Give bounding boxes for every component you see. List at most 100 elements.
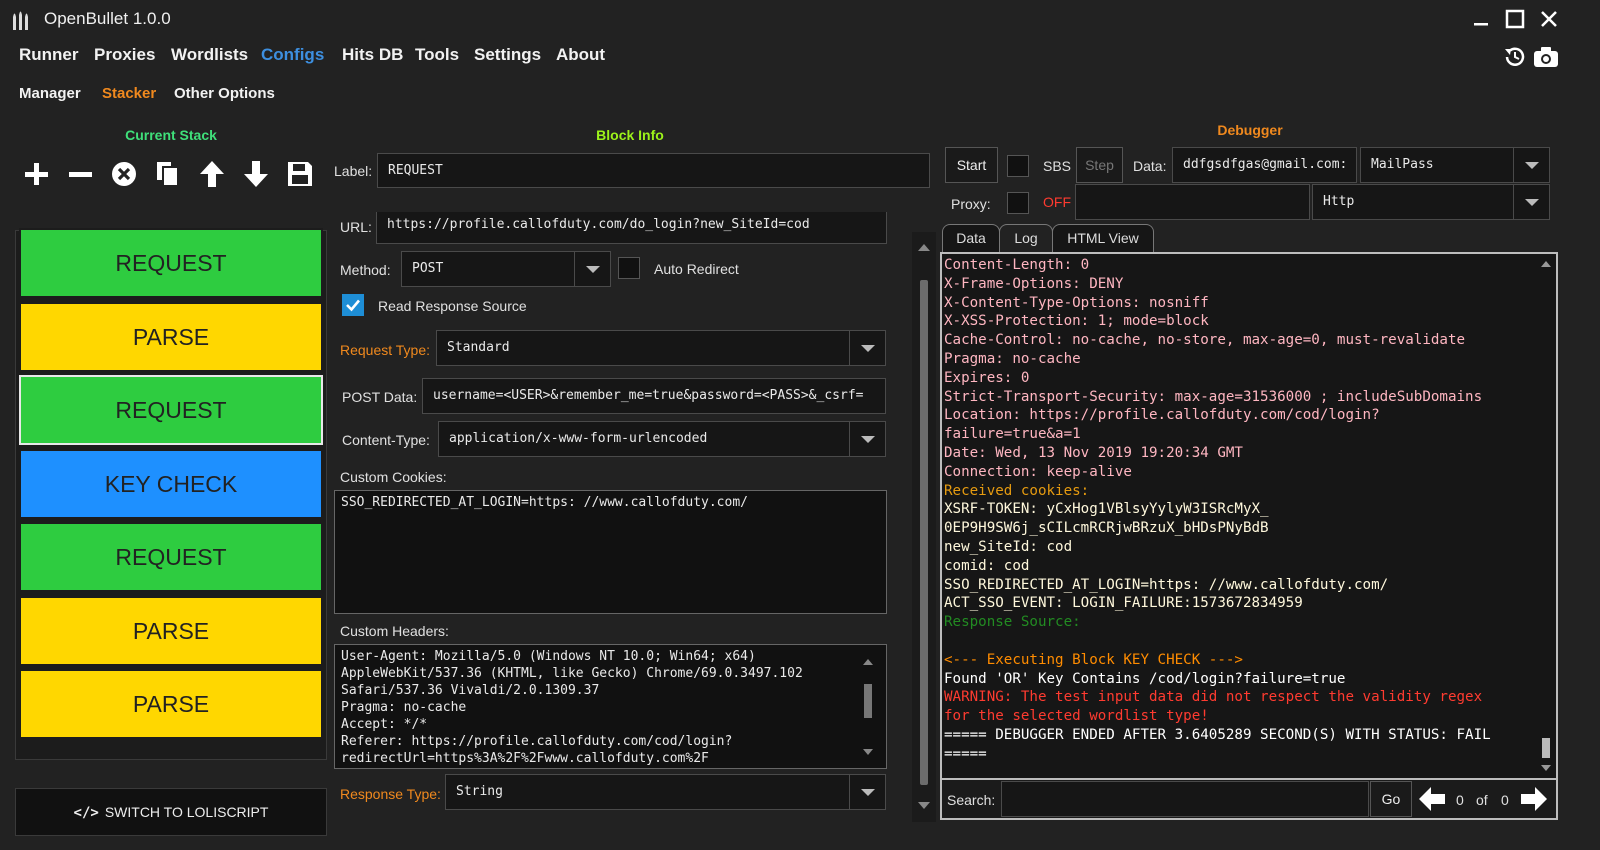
custom-headers-textarea[interactable]: User-Agent: Mozilla/5.0 (Windows NT 10.0…: [334, 644, 887, 769]
custom-cookies-textarea[interactable]: SSO_REDIRECTED_AT_LOGIN=https: //www.cal…: [334, 490, 887, 614]
move-up-icon[interactable]: [196, 158, 228, 190]
log-line: Found 'OR' Key Contains /cod/login?failu…: [944, 670, 1346, 687]
stack-block[interactable]: REQUEST: [19, 522, 323, 592]
step-button[interactable]: Step: [1076, 147, 1123, 183]
custom-headers-caption: Custom Headers:: [340, 623, 449, 639]
add-block-icon[interactable]: [20, 158, 52, 190]
close-icon[interactable]: [1536, 6, 1562, 32]
stack-block[interactable]: PARSE: [19, 301, 323, 372]
log-line: =====: [944, 745, 987, 762]
chevron-down-icon: [1513, 148, 1549, 182]
menu-tools[interactable]: Tools: [415, 45, 459, 65]
log-line: 0EP9H9SW6j_sCILcmRCRjwBRzuX_bHDsPNyBdB: [944, 520, 1269, 537]
request-type-dropdown[interactable]: Standard: [436, 330, 886, 366]
log-line: X-Frame-Options: DENY: [944, 275, 1124, 292]
content-type-dropdown[interactable]: application/x-www-form-urlencoded: [438, 421, 886, 457]
bullets-logo-icon: [10, 8, 32, 32]
save-icon[interactable]: [284, 158, 316, 190]
read-response-checkbox[interactable]: [342, 294, 364, 316]
wordlist-type-value: MailPass: [1371, 157, 1434, 172]
method-caption: Method:: [340, 262, 391, 278]
menu-configs[interactable]: Configs: [261, 45, 324, 65]
method-value: POST: [412, 261, 444, 276]
log-line: failure=true&a=1: [944, 426, 1081, 443]
remove-block-icon[interactable]: [64, 158, 96, 190]
method-dropdown[interactable]: POST: [401, 251, 611, 287]
menu-proxies[interactable]: Proxies: [94, 45, 155, 65]
start-button[interactable]: Start: [945, 147, 998, 183]
proxy-state-label: OFF: [1043, 194, 1071, 210]
log-line: Response Source:: [944, 614, 1081, 631]
tab-data[interactable]: Data: [942, 224, 1000, 253]
log-line: Date: Wed, 13 Nov 2019 19:20:34 GMT: [944, 444, 1243, 461]
response-type-value: String: [456, 784, 503, 799]
proxy-checkbox[interactable]: [1007, 192, 1029, 214]
menu-settings[interactable]: Settings: [474, 45, 541, 65]
headers-scrollbar[interactable]: [860, 652, 876, 762]
auto-redirect-label: Auto Redirect: [654, 261, 739, 277]
minimize-icon[interactable]: [1468, 6, 1494, 32]
wordlist-type-dropdown[interactable]: MailPass: [1360, 147, 1550, 183]
go-button[interactable]: Go: [1370, 781, 1412, 817]
proxy-input[interactable]: [1075, 184, 1310, 220]
url-caption: URL:: [340, 219, 372, 235]
log-line: Content-Length: 0: [944, 257, 1090, 273]
proxy-type-dropdown[interactable]: Http: [1312, 184, 1550, 220]
data-input[interactable]: ddfgsdfgas@gmail.com:: [1172, 147, 1357, 183]
history-icon[interactable]: [1502, 44, 1528, 70]
response-type-dropdown[interactable]: String: [445, 774, 886, 810]
log-line: WARNING: The test input data did not res…: [944, 689, 1483, 706]
maximize-icon[interactable]: [1502, 6, 1528, 32]
block-info-title: Block Info: [596, 127, 664, 143]
label-input[interactable]: REQUEST: [377, 153, 930, 188]
tab-html-view[interactable]: HTML View: [1052, 224, 1154, 253]
submenu-manager[interactable]: Manager: [19, 85, 81, 102]
menu-hits-db[interactable]: Hits DB: [342, 45, 403, 65]
url-input[interactable]: https://profile.callofduty.com/do_login?…: [376, 212, 887, 244]
tab-log[interactable]: Log: [999, 224, 1053, 253]
log-line: ===== DEBUGGER ENDED AFTER 3.6405289 SEC…: [944, 726, 1491, 743]
log-line: Cache-Control: no-cache, no-store, max-a…: [944, 332, 1466, 349]
search-input[interactable]: [1001, 781, 1369, 817]
clone-block-icon[interactable]: [152, 158, 184, 190]
log-line: SSO_REDIRECTED_AT_LOGIN=https: //www.cal…: [944, 576, 1389, 593]
checkmark-icon: [346, 299, 360, 312]
stack-block[interactable]: PARSE: [19, 669, 323, 739]
move-down-icon[interactable]: [240, 158, 272, 190]
menu-about[interactable]: About: [556, 45, 605, 65]
request-type-value: Standard: [447, 340, 510, 355]
stack-block[interactable]: PARSE: [19, 595, 323, 666]
sbs-checkbox[interactable]: [1007, 155, 1029, 177]
next-match-icon[interactable]: [1519, 785, 1549, 813]
custom-cookies-caption: Custom Cookies:: [340, 469, 447, 485]
debugger-log[interactable]: Content-Length: 0 X-Frame-Options: DENY X-…: [940, 252, 1558, 780]
block-stack: REQUEST PARSE REQUEST KEY CHECK REQUEST PARSE…: [15, 228, 327, 760]
submenu-other-options[interactable]: Other Options: [174, 85, 275, 102]
post-data-input[interactable]: username=<USER>&remember_me=true&passwor…: [422, 378, 886, 414]
request-type-caption: Request Type:: [340, 342, 431, 358]
log-line: ACT_SSO_EVENT: LOGIN_FAILURE:15736728349…: [944, 595, 1303, 612]
menu-wordlists[interactable]: Wordlists: [171, 45, 248, 65]
current-stack-title: Current Stack: [125, 127, 217, 143]
clear-blocks-icon[interactable]: [108, 158, 140, 190]
match-of: of: [1476, 792, 1488, 808]
log-line: X-Content-Type-Options: nosniff: [944, 294, 1209, 311]
stack-block[interactable]: REQUEST: [19, 375, 323, 445]
stack-block[interactable]: REQUEST: [19, 228, 323, 298]
log-line: Location: https://profile.callofduty.com…: [944, 407, 1380, 424]
auto-redirect-checkbox[interactable]: [618, 257, 640, 279]
content-type-value: application/x-www-form-urlencoded: [449, 431, 708, 446]
title-bar: OpenBullet 1.0.0: [0, 0, 1600, 38]
stack-block[interactable]: KEY CHECK: [19, 448, 323, 519]
switch-to-loliscript-button[interactable]: </> SWITCH TO LOLISCRIPT: [15, 788, 327, 836]
menu-runner[interactable]: Runner: [19, 45, 79, 65]
chevron-down-icon: [849, 331, 885, 365]
proxy-caption: Proxy:: [951, 196, 991, 212]
camera-icon[interactable]: [1532, 44, 1560, 70]
log-line: for the selected wordlist type!: [944, 708, 1209, 725]
log-scrollbar[interactable]: [1536, 254, 1556, 778]
block-info-scrollbar[interactable]: [912, 232, 936, 822]
submenu-stacker[interactable]: Stacker: [102, 85, 156, 102]
previous-match-icon[interactable]: [1417, 785, 1447, 813]
